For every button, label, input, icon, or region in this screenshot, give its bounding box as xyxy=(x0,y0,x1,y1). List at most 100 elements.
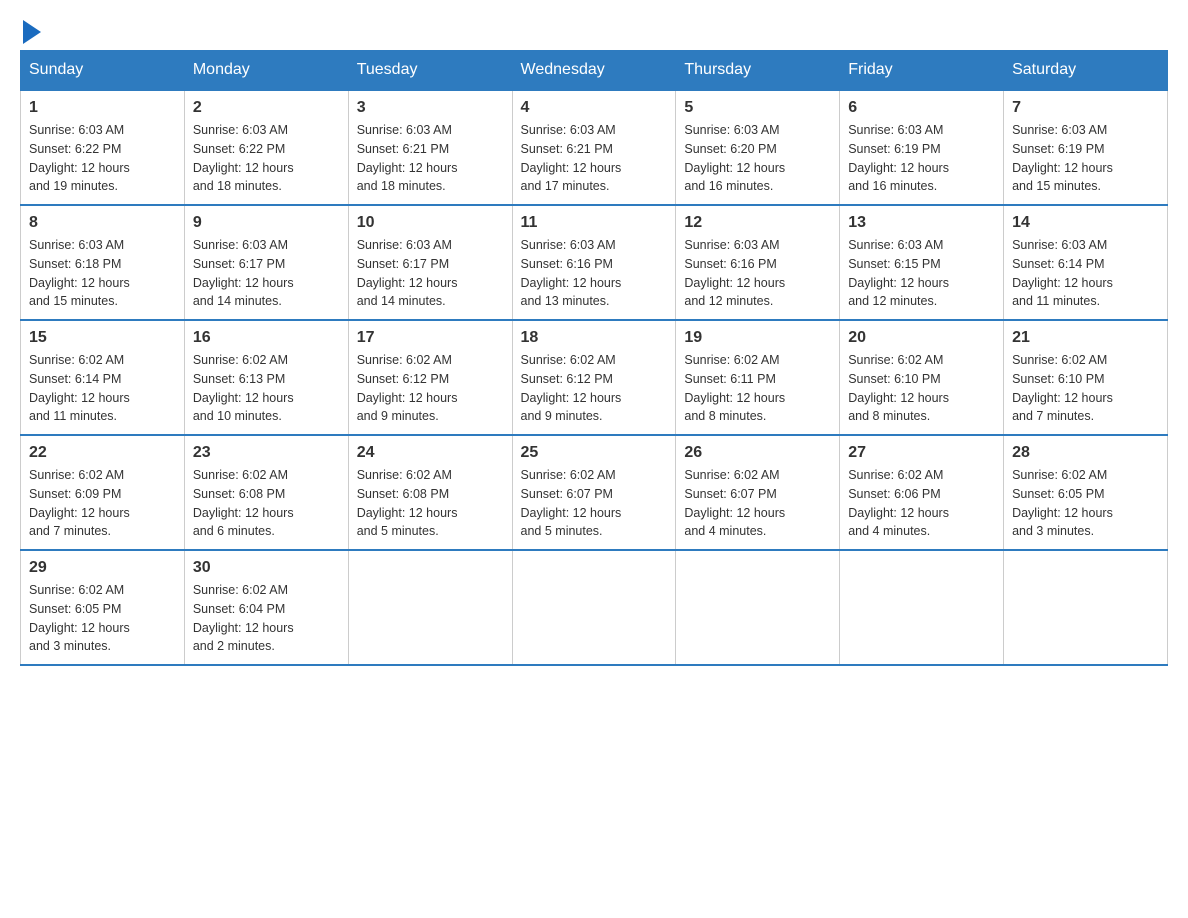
daylight-label: Daylight: 12 hours xyxy=(521,506,622,520)
calendar-cell: 2 Sunrise: 6:03 AM Sunset: 6:22 PM Dayli… xyxy=(184,90,348,205)
day-info: Sunrise: 6:03 AM Sunset: 6:16 PM Dayligh… xyxy=(521,236,668,311)
daylight-label: Daylight: 12 hours xyxy=(848,276,949,290)
sunrise-label: Sunrise: 6:02 AM xyxy=(684,468,779,482)
calendar-cell: 25 Sunrise: 6:02 AM Sunset: 6:07 PM Dayl… xyxy=(512,435,676,550)
sunset-label: Sunset: 6:14 PM xyxy=(29,372,121,386)
day-info: Sunrise: 6:03 AM Sunset: 6:22 PM Dayligh… xyxy=(193,121,340,196)
day-info: Sunrise: 6:02 AM Sunset: 6:14 PM Dayligh… xyxy=(29,351,176,426)
day-info: Sunrise: 6:02 AM Sunset: 6:12 PM Dayligh… xyxy=(521,351,668,426)
day-number: 2 xyxy=(193,99,340,117)
daylight-minutes: and 10 minutes. xyxy=(193,409,282,423)
calendar-cell xyxy=(840,550,1004,665)
daylight-minutes: and 5 minutes. xyxy=(357,524,439,538)
day-number: 16 xyxy=(193,329,340,347)
daylight-minutes: and 14 minutes. xyxy=(357,294,446,308)
daylight-minutes: and 7 minutes. xyxy=(29,524,111,538)
day-info: Sunrise: 6:03 AM Sunset: 6:21 PM Dayligh… xyxy=(357,121,504,196)
daylight-label: Daylight: 12 hours xyxy=(357,391,458,405)
daylight-label: Daylight: 12 hours xyxy=(1012,276,1113,290)
day-info: Sunrise: 6:02 AM Sunset: 6:08 PM Dayligh… xyxy=(193,466,340,541)
sunset-label: Sunset: 6:20 PM xyxy=(684,142,776,156)
daylight-minutes: and 11 minutes. xyxy=(1012,294,1100,308)
day-number: 10 xyxy=(357,214,504,232)
daylight-minutes: and 4 minutes. xyxy=(684,524,766,538)
daylight-label: Daylight: 12 hours xyxy=(1012,161,1113,175)
daylight-label: Daylight: 12 hours xyxy=(357,276,458,290)
sunrise-label: Sunrise: 6:03 AM xyxy=(1012,238,1107,252)
calendar-cell: 17 Sunrise: 6:02 AM Sunset: 6:12 PM Dayl… xyxy=(348,320,512,435)
day-number: 7 xyxy=(1012,99,1159,117)
daylight-label: Daylight: 12 hours xyxy=(193,161,294,175)
sunrise-label: Sunrise: 6:03 AM xyxy=(29,123,124,137)
day-number: 1 xyxy=(29,99,176,117)
sunset-label: Sunset: 6:07 PM xyxy=(684,487,776,501)
day-info: Sunrise: 6:02 AM Sunset: 6:05 PM Dayligh… xyxy=(1012,466,1159,541)
day-info: Sunrise: 6:03 AM Sunset: 6:16 PM Dayligh… xyxy=(684,236,831,311)
day-info: Sunrise: 6:02 AM Sunset: 6:08 PM Dayligh… xyxy=(357,466,504,541)
daylight-label: Daylight: 12 hours xyxy=(29,391,130,405)
sunset-label: Sunset: 6:07 PM xyxy=(521,487,613,501)
day-number: 13 xyxy=(848,214,995,232)
sunrise-label: Sunrise: 6:02 AM xyxy=(29,468,124,482)
day-number: 28 xyxy=(1012,444,1159,462)
calendar-cell xyxy=(676,550,840,665)
calendar-week-2: 8 Sunrise: 6:03 AM Sunset: 6:18 PM Dayli… xyxy=(21,205,1168,320)
day-number: 15 xyxy=(29,329,176,347)
calendar-cell: 22 Sunrise: 6:02 AM Sunset: 6:09 PM Dayl… xyxy=(21,435,185,550)
sunset-label: Sunset: 6:12 PM xyxy=(357,372,449,386)
sunset-label: Sunset: 6:19 PM xyxy=(1012,142,1104,156)
sunset-label: Sunset: 6:10 PM xyxy=(1012,372,1104,386)
day-number: 14 xyxy=(1012,214,1159,232)
daylight-minutes: and 9 minutes. xyxy=(521,409,603,423)
day-info: Sunrise: 6:03 AM Sunset: 6:19 PM Dayligh… xyxy=(1012,121,1159,196)
sunset-label: Sunset: 6:08 PM xyxy=(193,487,285,501)
sunset-label: Sunset: 6:04 PM xyxy=(193,602,285,616)
day-info: Sunrise: 6:02 AM Sunset: 6:12 PM Dayligh… xyxy=(357,351,504,426)
daylight-label: Daylight: 12 hours xyxy=(357,506,458,520)
daylight-minutes: and 4 minutes. xyxy=(848,524,930,538)
sunrise-label: Sunrise: 6:03 AM xyxy=(684,238,779,252)
sunrise-label: Sunrise: 6:03 AM xyxy=(29,238,124,252)
daylight-minutes: and 19 minutes. xyxy=(29,179,118,193)
calendar-cell xyxy=(512,550,676,665)
daylight-minutes: and 15 minutes. xyxy=(29,294,118,308)
sunrise-label: Sunrise: 6:02 AM xyxy=(193,468,288,482)
day-number: 5 xyxy=(684,99,831,117)
sunset-label: Sunset: 6:22 PM xyxy=(29,142,121,156)
daylight-minutes: and 5 minutes. xyxy=(521,524,603,538)
day-number: 6 xyxy=(848,99,995,117)
calendar-cell: 7 Sunrise: 6:03 AM Sunset: 6:19 PM Dayli… xyxy=(1004,90,1168,205)
sunrise-label: Sunrise: 6:02 AM xyxy=(1012,353,1107,367)
daylight-minutes: and 9 minutes. xyxy=(357,409,439,423)
sunrise-label: Sunrise: 6:03 AM xyxy=(193,123,288,137)
day-number: 20 xyxy=(848,329,995,347)
day-info: Sunrise: 6:03 AM Sunset: 6:22 PM Dayligh… xyxy=(29,121,176,196)
daylight-label: Daylight: 12 hours xyxy=(521,391,622,405)
sunrise-label: Sunrise: 6:03 AM xyxy=(357,123,452,137)
day-number: 26 xyxy=(684,444,831,462)
day-info: Sunrise: 6:03 AM Sunset: 6:18 PM Dayligh… xyxy=(29,236,176,311)
sunrise-label: Sunrise: 6:03 AM xyxy=(521,238,616,252)
daylight-label: Daylight: 12 hours xyxy=(1012,506,1113,520)
sunset-label: Sunset: 6:11 PM xyxy=(684,372,776,386)
calendar-cell: 24 Sunrise: 6:02 AM Sunset: 6:08 PM Dayl… xyxy=(348,435,512,550)
calendar-cell: 1 Sunrise: 6:03 AM Sunset: 6:22 PM Dayli… xyxy=(21,90,185,205)
sunset-label: Sunset: 6:16 PM xyxy=(521,257,613,271)
sunset-label: Sunset: 6:10 PM xyxy=(848,372,940,386)
calendar-cell: 5 Sunrise: 6:03 AM Sunset: 6:20 PM Dayli… xyxy=(676,90,840,205)
day-info: Sunrise: 6:02 AM Sunset: 6:10 PM Dayligh… xyxy=(1012,351,1159,426)
calendar-cell xyxy=(348,550,512,665)
day-number: 25 xyxy=(521,444,668,462)
sunrise-label: Sunrise: 6:02 AM xyxy=(1012,468,1107,482)
header-saturday: Saturday xyxy=(1004,51,1168,91)
daylight-label: Daylight: 12 hours xyxy=(848,161,949,175)
calendar-cell: 15 Sunrise: 6:02 AM Sunset: 6:14 PM Dayl… xyxy=(21,320,185,435)
calendar-cell: 11 Sunrise: 6:03 AM Sunset: 6:16 PM Dayl… xyxy=(512,205,676,320)
daylight-label: Daylight: 12 hours xyxy=(193,621,294,635)
header-sunday: Sunday xyxy=(21,51,185,91)
sunrise-label: Sunrise: 6:02 AM xyxy=(684,353,779,367)
sunrise-label: Sunrise: 6:02 AM xyxy=(193,583,288,597)
day-info: Sunrise: 6:03 AM Sunset: 6:17 PM Dayligh… xyxy=(193,236,340,311)
sunset-label: Sunset: 6:16 PM xyxy=(684,257,776,271)
daylight-minutes: and 3 minutes. xyxy=(1012,524,1094,538)
